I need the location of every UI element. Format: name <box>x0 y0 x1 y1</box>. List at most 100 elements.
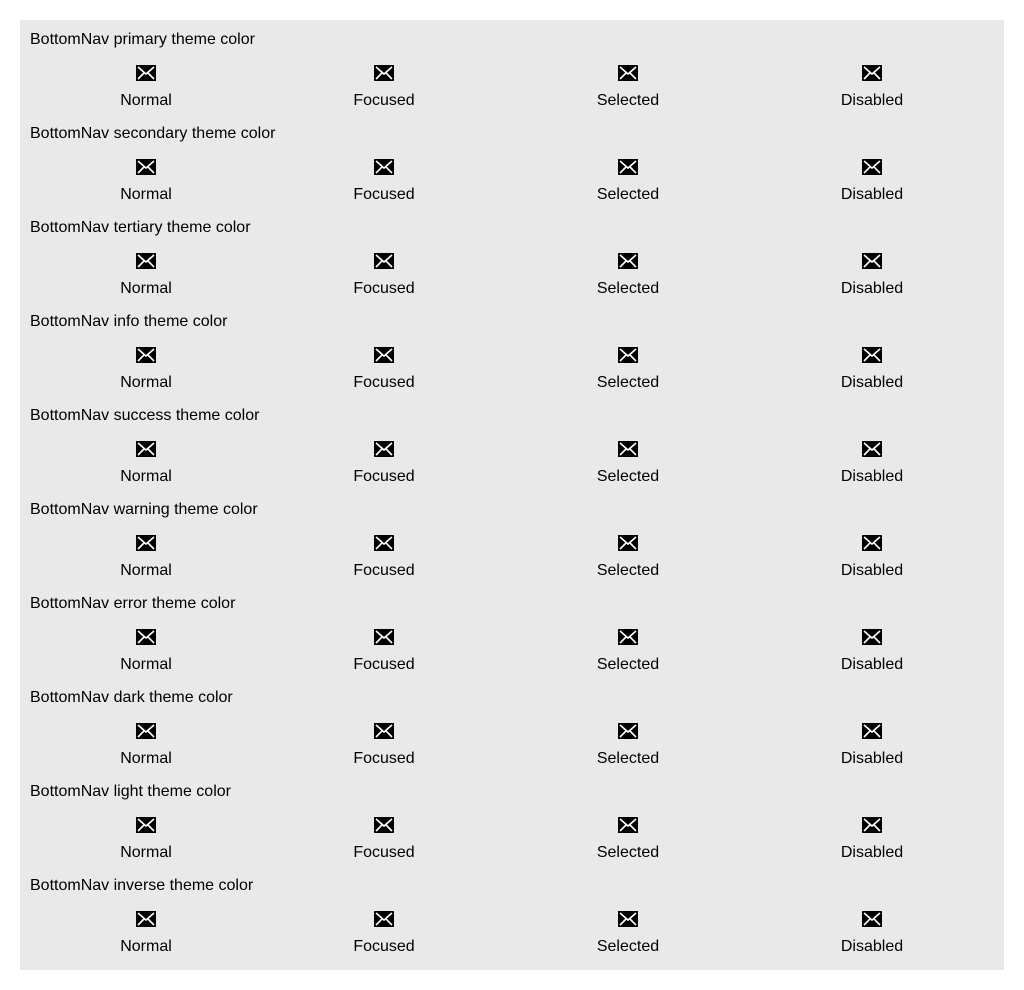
nav-item-label: Selected <box>596 374 660 391</box>
section-title: BottomNav secondary theme color <box>30 125 276 142</box>
nav-item-disabled[interactable]: Disabled <box>802 252 942 300</box>
nav-item-focused[interactable]: Focused <box>314 628 454 676</box>
nav-item-selected[interactable]: Selected <box>558 440 698 488</box>
envelope-icon <box>135 64 157 82</box>
envelope-icon <box>861 722 883 740</box>
nav-item-disabled[interactable]: Disabled <box>802 816 942 864</box>
nav-item-label: Selected <box>596 656 660 673</box>
nav-item-disabled[interactable]: Disabled <box>802 158 942 206</box>
section-title: BottomNav info theme color <box>30 313 228 330</box>
bottom-nav: Normal Focused Selected Disabled <box>20 346 1004 394</box>
nav-item-label: Disabled <box>840 938 904 955</box>
nav-item-focused[interactable]: Focused <box>314 346 454 394</box>
envelope-icon <box>373 346 395 364</box>
nav-item-focused[interactable]: Focused <box>314 722 454 770</box>
nav-item-disabled[interactable]: Disabled <box>802 534 942 582</box>
nav-item-focused[interactable]: Focused <box>314 158 454 206</box>
nav-item-label: Selected <box>596 562 660 579</box>
section-title: BottomNav error theme color <box>30 595 236 612</box>
nav-item-selected[interactable]: Selected <box>558 252 698 300</box>
nav-item-focused[interactable]: Focused <box>314 440 454 488</box>
theme-section-4: BottomNav info theme color Normal Focuse… <box>20 302 1004 396</box>
bottom-nav: Normal Focused Selected Disabled <box>20 64 1004 112</box>
envelope-icon <box>861 816 883 834</box>
nav-item-normal[interactable]: Normal <box>76 722 216 770</box>
nav-item-disabled[interactable]: Disabled <box>802 346 942 394</box>
nav-item-normal[interactable]: Normal <box>76 252 216 300</box>
envelope-icon <box>373 440 395 458</box>
nav-item-label: Disabled <box>840 280 904 297</box>
nav-item-label: Selected <box>596 186 660 203</box>
theme-section-6: BottomNav warning theme color Normal Foc… <box>20 490 1004 584</box>
nav-item-selected[interactable]: Selected <box>558 816 698 864</box>
envelope-icon <box>373 252 395 270</box>
envelope-icon <box>861 158 883 176</box>
nav-item-selected[interactable]: Selected <box>558 346 698 394</box>
envelope-icon <box>135 440 157 458</box>
nav-item-label: Selected <box>596 280 660 297</box>
section-title: BottomNav light theme color <box>30 783 231 800</box>
nav-item-normal[interactable]: Normal <box>76 440 216 488</box>
envelope-icon <box>861 440 883 458</box>
nav-item-disabled[interactable]: Disabled <box>802 910 942 958</box>
envelope-icon <box>135 252 157 270</box>
nav-item-label: Normal <box>120 938 172 955</box>
nav-item-normal[interactable]: Normal <box>76 64 216 112</box>
nav-item-label: Selected <box>596 938 660 955</box>
nav-item-focused[interactable]: Focused <box>314 910 454 958</box>
section-title: BottomNav success theme color <box>30 407 260 424</box>
nav-item-label: Normal <box>120 186 172 203</box>
envelope-icon <box>861 910 883 928</box>
nav-item-focused[interactable]: Focused <box>314 816 454 864</box>
nav-item-label: Disabled <box>840 92 904 109</box>
nav-item-label: Focused <box>353 938 415 955</box>
envelope-icon <box>135 910 157 928</box>
theme-section-9: BottomNav light theme color Normal Focus… <box>20 772 1004 866</box>
nav-item-label: Disabled <box>840 750 904 767</box>
nav-item-label: Selected <box>596 750 660 767</box>
nav-item-label: Focused <box>353 562 415 579</box>
nav-item-selected[interactable]: Selected <box>558 158 698 206</box>
nav-item-label: Disabled <box>840 468 904 485</box>
nav-item-label: Normal <box>120 562 172 579</box>
nav-item-label: Normal <box>120 374 172 391</box>
envelope-icon <box>373 816 395 834</box>
nav-item-label: Selected <box>596 468 660 485</box>
nav-item-label: Focused <box>353 92 415 109</box>
bottom-nav: Normal Focused Selected Disabled <box>20 816 1004 864</box>
nav-item-focused[interactable]: Focused <box>314 534 454 582</box>
nav-item-normal[interactable]: Normal <box>76 158 216 206</box>
envelope-icon <box>861 534 883 552</box>
envelope-icon <box>617 346 639 364</box>
envelope-icon <box>861 346 883 364</box>
envelope-icon <box>135 158 157 176</box>
envelope-icon <box>617 816 639 834</box>
nav-item-focused[interactable]: Focused <box>314 252 454 300</box>
nav-item-label: Focused <box>353 844 415 861</box>
nav-item-label: Focused <box>353 280 415 297</box>
nav-item-label: Normal <box>120 656 172 673</box>
nav-item-normal[interactable]: Normal <box>76 816 216 864</box>
nav-item-selected[interactable]: Selected <box>558 64 698 112</box>
nav-item-focused[interactable]: Focused <box>314 64 454 112</box>
bottom-nav: Normal Focused Selected Disabled <box>20 910 1004 958</box>
nav-item-normal[interactable]: Normal <box>76 346 216 394</box>
section-title: BottomNav primary theme color <box>30 31 255 48</box>
nav-item-selected[interactable]: Selected <box>558 910 698 958</box>
nav-item-normal[interactable]: Normal <box>76 534 216 582</box>
nav-item-disabled[interactable]: Disabled <box>802 440 942 488</box>
nav-item-label: Disabled <box>840 186 904 203</box>
nav-item-disabled[interactable]: Disabled <box>802 722 942 770</box>
nav-item-label: Normal <box>120 92 172 109</box>
nav-item-selected[interactable]: Selected <box>558 534 698 582</box>
nav-item-selected[interactable]: Selected <box>558 722 698 770</box>
nav-item-normal[interactable]: Normal <box>76 628 216 676</box>
nav-item-disabled[interactable]: Disabled <box>802 628 942 676</box>
section-title: BottomNav warning theme color <box>30 501 258 518</box>
envelope-icon <box>617 252 639 270</box>
nav-item-label: Focused <box>353 468 415 485</box>
envelope-icon <box>861 252 883 270</box>
nav-item-disabled[interactable]: Disabled <box>802 64 942 112</box>
nav-item-normal[interactable]: Normal <box>76 910 216 958</box>
nav-item-selected[interactable]: Selected <box>558 628 698 676</box>
